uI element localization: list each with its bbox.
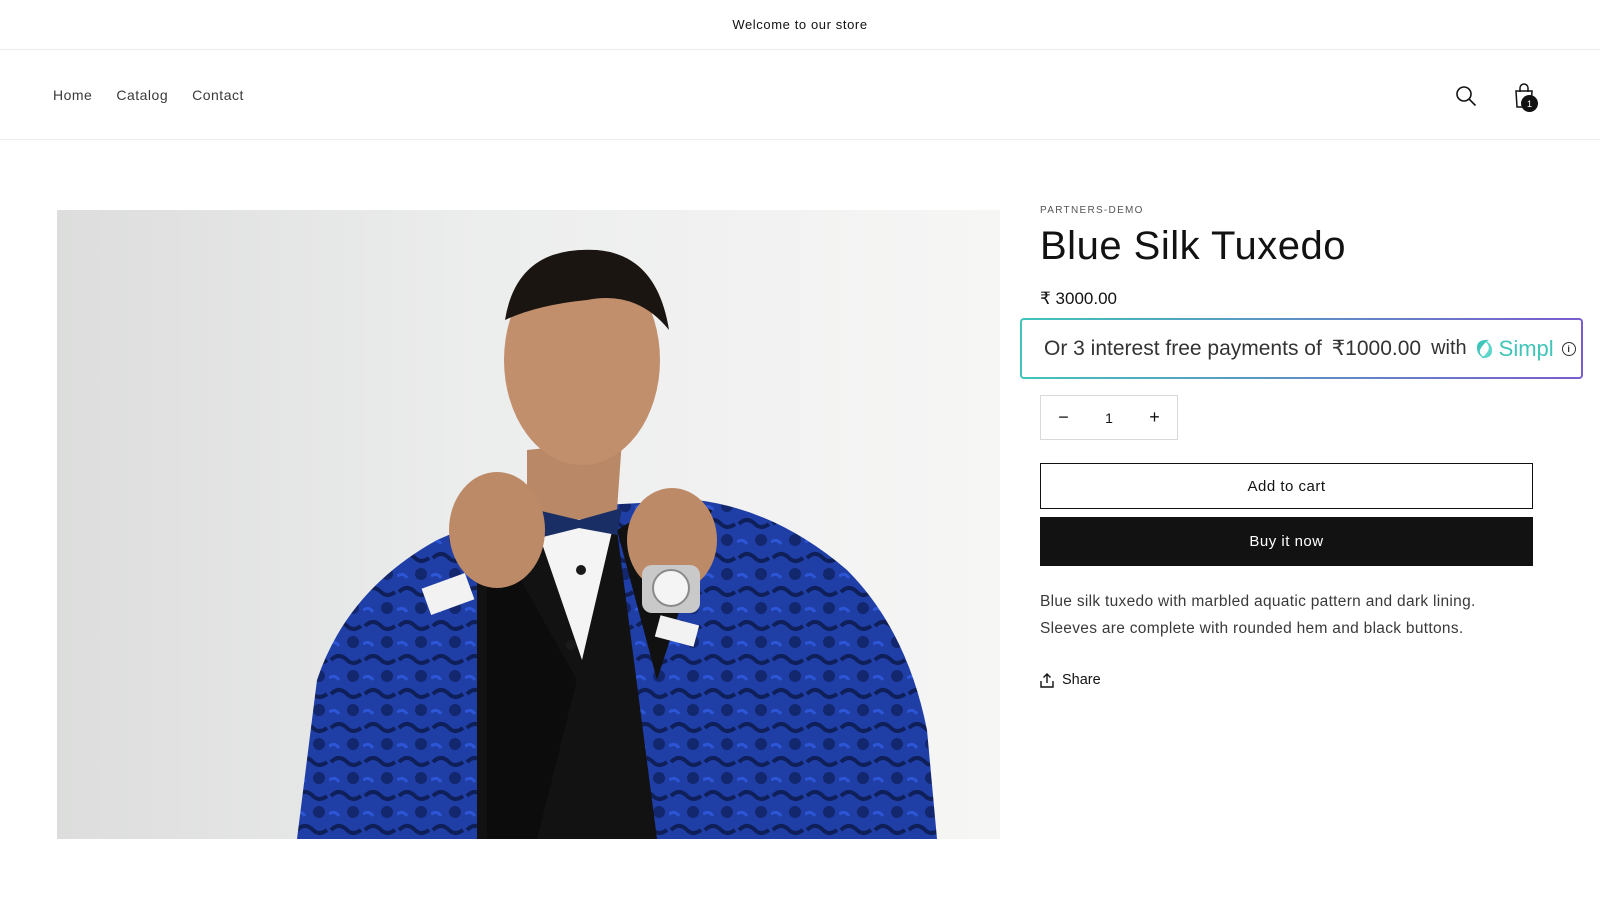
quantity-increase-button[interactable]: + bbox=[1132, 396, 1177, 439]
site-header: Home Catalog Contact 1 bbox=[0, 50, 1600, 140]
nav-home[interactable]: Home bbox=[53, 87, 92, 103]
add-to-cart-button[interactable]: Add to cart bbox=[1040, 463, 1533, 509]
buy-it-now-button[interactable]: Buy it now bbox=[1040, 517, 1533, 566]
announcement-text: Welcome to our store bbox=[732, 17, 868, 32]
header-icons: 1 bbox=[1448, 78, 1542, 114]
simpl-logo-icon bbox=[1476, 339, 1492, 358]
simpl-installment-amount: ₹1000.00 bbox=[1331, 337, 1422, 360]
search-button[interactable] bbox=[1448, 78, 1484, 114]
simpl-with-text: with bbox=[1431, 337, 1467, 359]
product-image[interactable] bbox=[57, 210, 1000, 839]
cart-button[interactable]: 1 bbox=[1506, 78, 1542, 114]
product-info: PARTNERS-DEMO Blue Silk Tuxedo ₹ 3000.00… bbox=[1040, 205, 1581, 688]
announcement-bar: Welcome to our store bbox=[0, 0, 1600, 50]
simpl-installment-widget[interactable]: Or 3 interest free payments of ₹1000.00 … bbox=[1020, 318, 1583, 379]
quantity-decrease-button[interactable]: − bbox=[1041, 396, 1086, 439]
share-label: Share bbox=[1062, 672, 1101, 688]
cart-count-badge: 1 bbox=[1521, 95, 1538, 112]
quantity-stepper: − + bbox=[1040, 395, 1178, 440]
info-icon[interactable]: i bbox=[1561, 341, 1576, 356]
simpl-brand-text: Simpl bbox=[1498, 335, 1554, 361]
product-vendor: PARTNERS-DEMO bbox=[1040, 205, 1144, 216]
simpl-prefix-text: Or 3 interest free payments of bbox=[1044, 336, 1322, 360]
main-nav: Home Catalog Contact bbox=[53, 50, 244, 140]
share-icon bbox=[1040, 672, 1054, 688]
nav-catalog[interactable]: Catalog bbox=[116, 87, 168, 103]
search-icon bbox=[1456, 86, 1477, 107]
nav-contact[interactable]: Contact bbox=[192, 87, 244, 103]
product-price: ₹ 3000.00 bbox=[1040, 289, 1117, 308]
product-title: Blue Silk Tuxedo bbox=[1040, 224, 1346, 268]
share-button[interactable]: Share bbox=[1040, 672, 1101, 688]
quantity-input[interactable] bbox=[1086, 396, 1132, 439]
product-photo bbox=[57, 210, 1000, 839]
product-description: Blue silk tuxedo with marbled aquatic pa… bbox=[1040, 593, 1476, 637]
